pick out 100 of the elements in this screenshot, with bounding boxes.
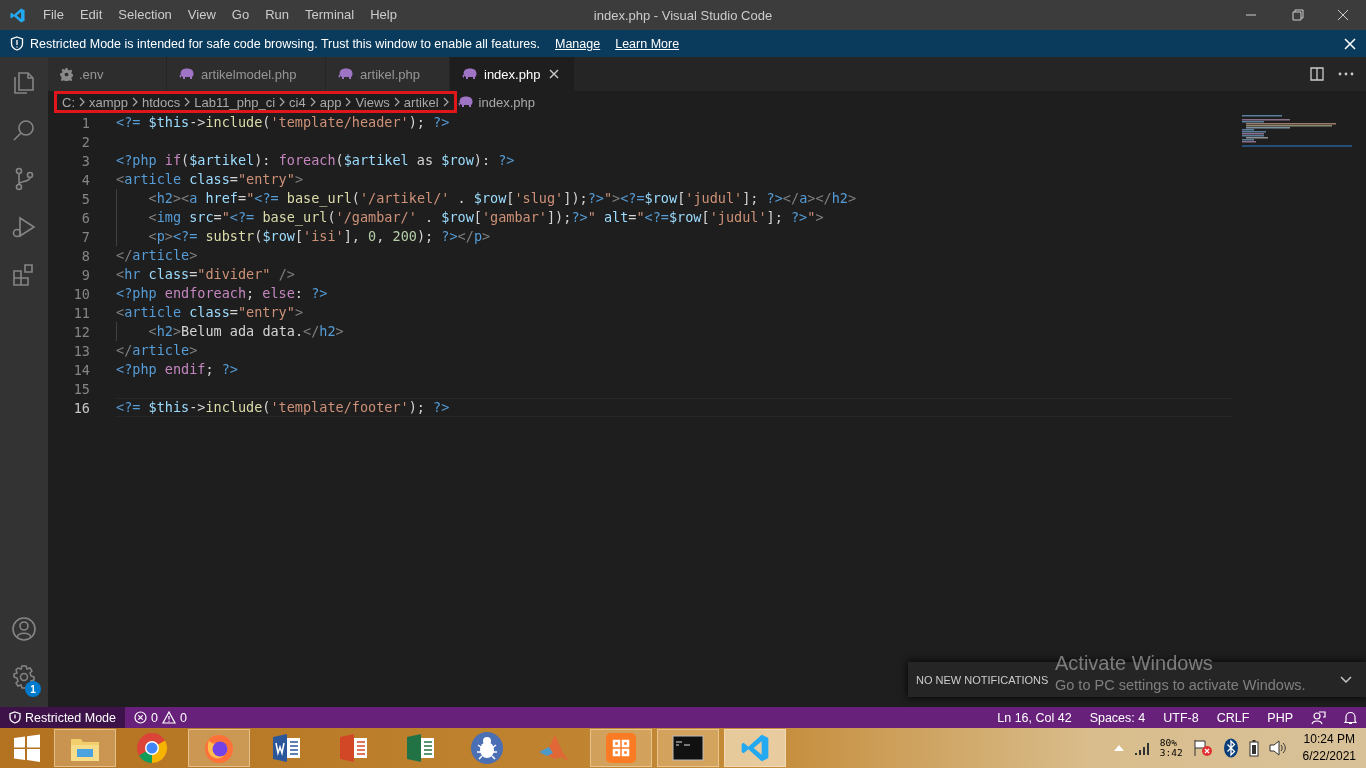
code-line: <h2>Belum ada data.</h2> [116,322,1232,341]
menu-item[interactable]: Terminal [297,0,363,30]
signal-icon[interactable] [1133,741,1150,755]
warning-icon [161,711,176,724]
chevron-down-icon[interactable] [1340,675,1352,684]
banner-link[interactable]: Learn More [615,36,680,51]
shield-icon [10,36,24,51]
chevron-right-icon [132,97,139,107]
line-number: 7 [80,228,90,245]
line-number: 16 [72,399,90,416]
shield-icon [9,711,21,724]
line-number: 6 [80,209,90,226]
breadcrumb-item[interactable]: Views [355,94,390,110]
breadcrumb-item[interactable]: xampp [89,94,129,110]
line-number: 8 [80,247,90,264]
code-line: </article> [116,246,199,265]
line-number: 1 [80,114,90,131]
chevron-right-icon [442,97,449,107]
activation-message: Go to PC settings to activate Windows. [1055,677,1306,693]
battery-time: 3:42 [1159,748,1183,758]
line-number: 13 [72,342,90,359]
code-line: <article class="entry"> [116,303,304,322]
code-line: <img src="<?= base_url('/gambar/' . $row['gambar']);?>" alt="<?=$row['judul']; ?>"> [116,208,1232,227]
status-item[interactable]: Ln 16, Col 42 [988,710,1081,725]
warning-count[interactable]: 0 [179,710,187,725]
bug-icon [470,731,504,765]
chevron-right-icon [79,97,85,107]
breadcrumb-item[interactable]: htdocs [142,94,181,110]
activation-title: Activate Windows [1055,652,1214,675]
word-icon [270,732,302,764]
error-count[interactable]: 0 [151,710,158,725]
breadcrumb-item[interactable]: Lab11_php_ci [194,94,276,110]
breadcrumb-item[interactable]: app [319,94,342,110]
code-line: </article> [116,341,199,360]
menu-item[interactable]: Run [257,0,297,30]
notification-text: NO NEW NOTIFICATIONS [916,673,1049,686]
gear-icon [60,67,73,81]
restricted-mode-indicator[interactable]: Restricted Mode [0,707,125,728]
menu-item[interactable]: Help [362,0,405,30]
files-icon[interactable] [11,70,37,96]
chevron-right-icon [345,97,352,107]
vscode-logo-icon [9,6,26,24]
elephant-icon [457,96,474,108]
notification-badge: 1 [25,681,41,697]
line-number: 4 [80,171,90,188]
speaker-icon[interactable] [1268,740,1287,756]
status-item[interactable]: PHP [1258,710,1302,725]
line-number: 12 [72,323,90,340]
editor-tab[interactable]: artikelmodel.php [167,57,326,91]
status-item[interactable]: UTF-8 [1154,710,1208,725]
breadcrumb-item[interactable]: index.php [478,94,535,110]
error-icon [134,711,147,724]
feedback-icon[interactable] [1311,710,1326,725]
code-line: <?= $this->include('template/header'); ?> [116,113,451,132]
excel-icon [404,732,436,764]
run-debug-icon[interactable] [11,214,37,240]
clock-date[interactable]: 6/22/2021 [1302,748,1356,765]
status-item[interactable]: CRLF [1207,710,1259,725]
start-icon[interactable] [13,734,41,762]
code-line: <?php endforeach; else: ?> [116,284,329,303]
bell-icon[interactable] [1344,710,1357,725]
chevron-right-icon [393,97,400,107]
xampp-icon [605,732,637,764]
code-line: <article class="entry"> [116,170,304,189]
status-item[interactable]: Spaces: 4 [1080,710,1155,725]
close-icon[interactable] [1344,37,1356,50]
menu-item[interactable]: View [179,0,224,30]
more-icon[interactable] [1338,72,1354,76]
split-editor-icon[interactable] [1310,67,1324,81]
line-number: 14 [72,361,90,378]
editor-tab[interactable]: index.php [450,57,576,91]
chevron-right-icon [279,97,286,107]
editor-tab[interactable]: artikel.php [326,57,450,91]
flag-icon[interactable] [1192,739,1213,757]
elephant-icon [179,68,195,80]
breadcrumb-item[interactable]: ci4 [289,94,306,110]
bluetooth-icon[interactable] [1222,738,1239,758]
battery-icon[interactable] [1248,739,1259,757]
menu-item[interactable]: Selection [110,0,180,30]
battery-percent: 80% [1159,738,1178,748]
chrome-icon [136,732,168,764]
line-number: 2 [80,133,90,150]
line-number: 15 [72,380,90,397]
powerpoint-icon [337,732,369,764]
line-number: 5 [80,190,90,207]
editor-tab[interactable]: .env [48,57,167,91]
menu-item[interactable]: Go [223,0,258,30]
clock-time[interactable]: 10:24 PM [1303,731,1355,748]
menu-item[interactable]: Edit [71,0,111,30]
line-number: 10 [72,285,90,302]
taskbar-app[interactable] [657,729,719,767]
menu-item[interactable]: File [35,0,72,30]
breadcrumb-item[interactable]: artikel [403,94,439,110]
code-line: <?php endif; ?> [116,360,239,379]
account-icon[interactable] [11,616,37,642]
code-line: <p><?= substr($row['isi'], 0, 200); ?></p> [116,227,1232,246]
chevron-right-icon [184,97,191,107]
banner-link[interactable]: Manage [555,36,601,51]
chevron-right-icon [309,97,316,107]
breadcrumb-item[interactable]: C: [62,94,75,110]
